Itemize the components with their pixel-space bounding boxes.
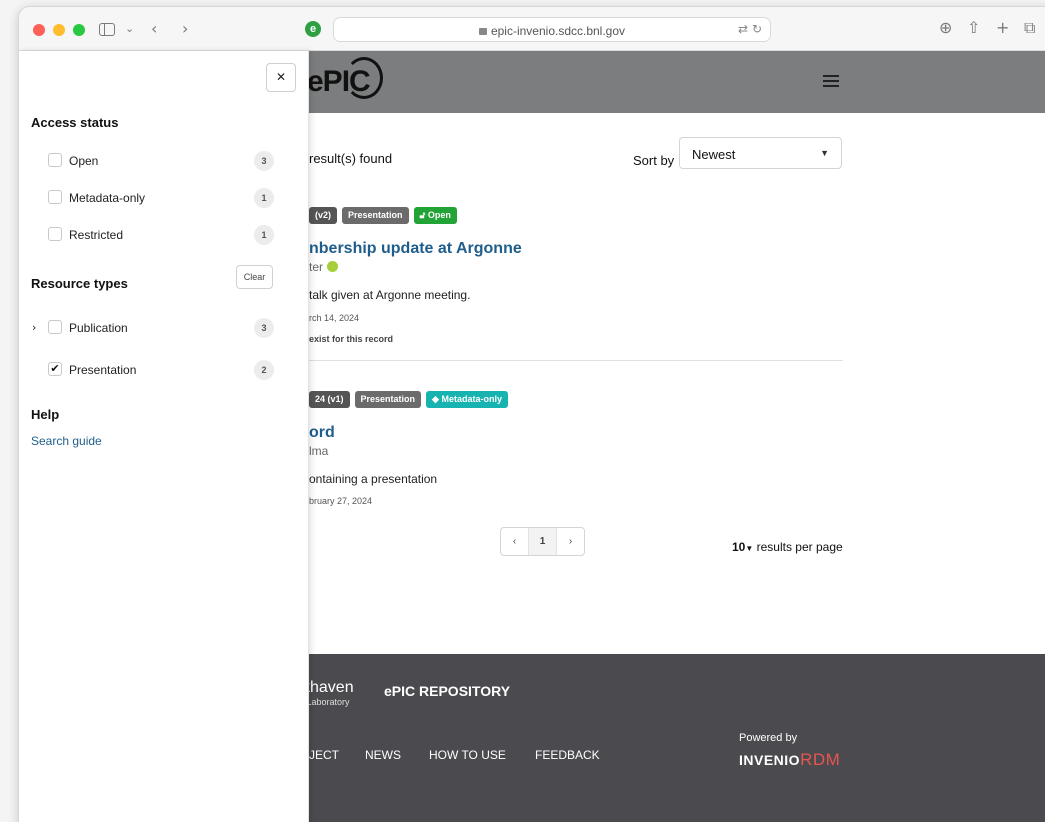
version-label: (v2)	[309, 207, 338, 224]
facet-sidebar: ✕ Access status Open 3 Metadata-only 1 R…	[19, 51, 309, 822]
clear-resource-types-button[interactable]: Clear	[236, 265, 273, 289]
count-badge: 1	[254, 188, 274, 208]
footer-link-how-to-use[interactable]: HOW TO USE	[429, 748, 506, 762]
count-badge: 3	[254, 151, 274, 171]
lab-name[interactable]: khaven	[302, 679, 354, 697]
record-creator[interactable]: ter	[309, 260, 339, 274]
resource-type-label: Presentation	[354, 391, 422, 408]
close-window-button[interactable]	[33, 24, 45, 36]
record-description: ontaining a presentation	[309, 472, 438, 486]
help-heading: Help	[31, 407, 60, 422]
checkbox[interactable]	[48, 320, 62, 334]
caret-down-icon: ▼	[745, 544, 754, 553]
next-page-button[interactable]: ›	[557, 528, 584, 555]
footer-link-project[interactable]: JECT	[309, 748, 339, 762]
checkbox[interactable]	[48, 153, 62, 167]
new-tab-icon[interactable]: +	[996, 18, 1009, 37]
close-sidebar-button[interactable]: ✕	[266, 63, 296, 92]
footer-link-news[interactable]: NEWS	[365, 748, 401, 762]
version-label: 24 (v1)	[309, 391, 350, 408]
sidebar-toggle-icon[interactable]	[99, 23, 115, 36]
hamburger-menu-icon[interactable]	[823, 75, 839, 87]
translate-icon[interactable]: ⇄	[738, 22, 748, 36]
logo-ring-icon	[345, 57, 383, 99]
site-favicon-icon: e	[305, 21, 321, 37]
url-text: epic-invenio.sdcc.bnl.gov	[490, 24, 626, 38]
unlock-icon: 🔓︎	[419, 210, 428, 220]
chevron-right-icon[interactable]: ›	[32, 321, 36, 334]
caret-down-icon: ▼	[820, 148, 829, 158]
checkbox[interactable]	[48, 190, 62, 204]
invenio-rdm-logo[interactable]: INVENIORDM	[739, 750, 840, 770]
record-versions-note: exist for this record	[309, 334, 394, 344]
access-label: ◆ Metadata-only	[426, 391, 508, 408]
browser-toolbar: ⌄ ‹ › e epic-invenio.sdcc.bnl.gov ⇄ ↻ ⊕ …	[19, 7, 1045, 51]
record-labels: (v2) Presentation 🔓︎ Open	[309, 207, 457, 224]
resource-types-heading: Resource types	[31, 276, 128, 291]
zoom-window-button[interactable]	[73, 24, 85, 36]
sort-value: Newest	[692, 147, 736, 162]
results-per-page[interactable]: 10▼ results per page	[732, 540, 843, 554]
facet-restricted[interactable]: Restricted 1	[48, 225, 274, 245]
reload-icon[interactable]: ↻	[752, 22, 762, 36]
lock-icon	[478, 28, 487, 35]
window-controls	[33, 24, 85, 36]
web-page: ePIC result(s) found Sort by Newest ▼ (v…	[19, 51, 1045, 822]
count-badge: 2	[254, 360, 274, 380]
results-count: result(s) found	[309, 151, 393, 166]
resource-type-label: Presentation	[342, 207, 409, 224]
back-button[interactable]: ‹	[151, 19, 157, 38]
page-1-button[interactable]: 1	[528, 528, 557, 555]
powered-by-text: Powered by	[739, 732, 798, 744]
record-title[interactable]: ord	[309, 424, 335, 442]
facet-metadata-only[interactable]: Metadata-only 1	[48, 188, 274, 208]
record-title[interactable]: nbership update at Argonne	[309, 240, 522, 258]
checkbox[interactable]	[48, 227, 62, 241]
count-badge: 1	[254, 225, 274, 245]
record-divider	[309, 360, 843, 361]
address-bar[interactable]: epic-invenio.sdcc.bnl.gov ⇄ ↻	[333, 17, 771, 42]
checkbox-checked[interactable]: ✔	[48, 362, 62, 376]
download-icon[interactable]: ⊕	[939, 18, 952, 37]
prev-page-button[interactable]: ‹	[501, 528, 528, 555]
facet-publication[interactable]: Publication 3	[48, 318, 274, 338]
record-date: rch 14, 2024	[309, 313, 360, 323]
facet-presentation[interactable]: ✔ Presentation 2	[48, 360, 274, 380]
share-icon[interactable]: ⇧	[967, 18, 980, 37]
minimize-window-button[interactable]	[53, 24, 65, 36]
chevron-down-icon[interactable]: ⌄	[125, 22, 134, 35]
record-description: talk given at Argonne meeting.	[309, 288, 471, 302]
lab-subtitle: l Laboratory	[302, 697, 350, 707]
orcid-icon[interactable]	[327, 261, 339, 272]
footer-link-feedback[interactable]: FEEDBACK	[535, 748, 600, 762]
sort-dropdown[interactable]: Newest ▼	[679, 137, 842, 169]
pagination: ‹ 1 ›	[500, 527, 585, 556]
tabs-overview-icon[interactable]: ⧉	[1024, 18, 1035, 38]
forward-button[interactable]: ›	[182, 19, 188, 38]
sort-label: Sort by	[633, 153, 675, 168]
record-date: bruary 27, 2024	[309, 496, 373, 506]
access-label: 🔓︎ Open	[413, 207, 457, 224]
facet-open[interactable]: Open 3	[48, 151, 274, 171]
access-status-heading: Access status	[31, 115, 119, 130]
record-creator[interactable]: lma	[309, 444, 328, 458]
search-guide-link[interactable]: Search guide	[31, 434, 102, 448]
browser-window: ⌄ ‹ › e epic-invenio.sdcc.bnl.gov ⇄ ↻ ⊕ …	[18, 6, 1045, 822]
record-labels: 24 (v1) Presentation ◆ Metadata-only	[309, 391, 508, 408]
count-badge: 3	[254, 318, 274, 338]
repository-name[interactable]: ePIC REPOSITORY	[384, 683, 510, 699]
